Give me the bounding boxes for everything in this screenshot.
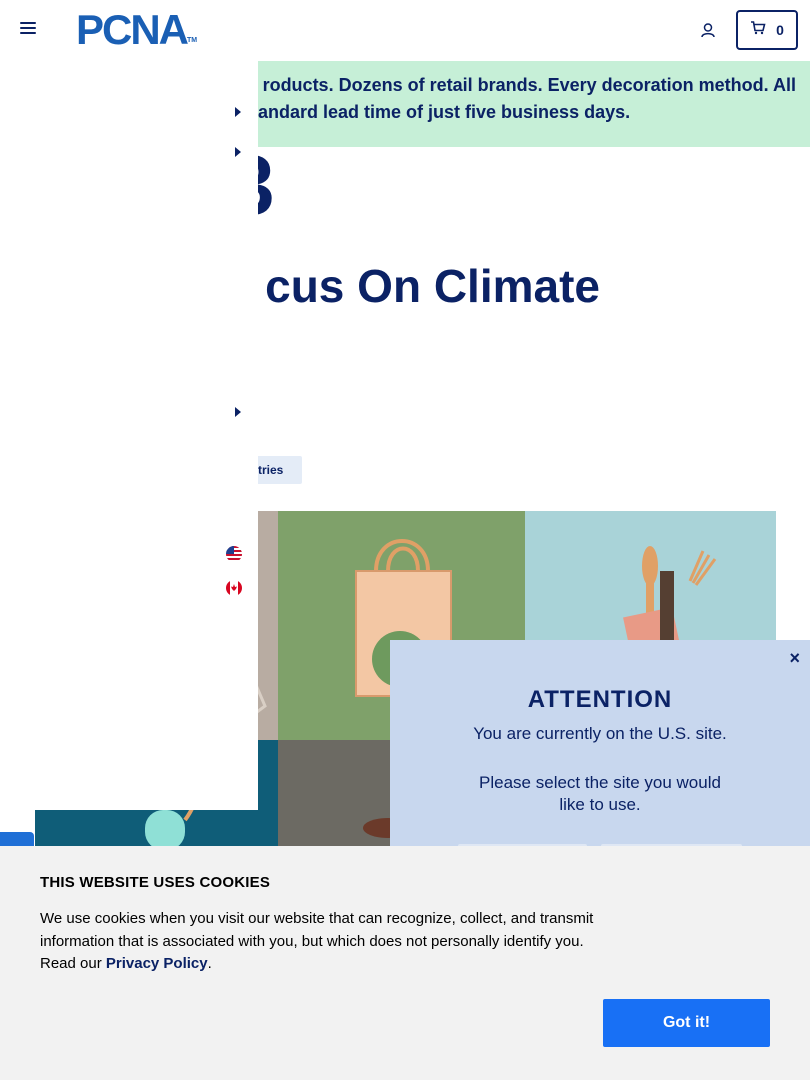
submenu-arrow-icon[interactable]	[235, 107, 241, 117]
close-icon[interactable]: ×	[789, 648, 800, 669]
cookie-consent-banner: THIS WEBSITE USES COOKIES We use cookies…	[0, 846, 810, 1080]
us-flag-icon[interactable]	[226, 546, 242, 562]
page: PCNATM 0 roducts. Dozens of retail brand…	[0, 0, 810, 1080]
cookie-text: We use cookies when you visit our websit…	[40, 908, 600, 976]
cookie-title: THIS WEBSITE USES COOKIES	[40, 874, 271, 891]
submenu-arrow-icon[interactable]	[235, 407, 241, 417]
modal-current-site-text: You are currently on the U.S. site.	[473, 724, 727, 743]
cart-button[interactable]: 0	[736, 10, 798, 50]
cart-count: 0	[776, 22, 784, 38]
logo-trademark: TM	[187, 37, 198, 44]
modal-instruction-text: Please select the site you would like to…	[479, 773, 721, 814]
canada-flag-icon[interactable]	[226, 580, 242, 596]
logo-text: PCNA	[76, 6, 189, 53]
site-header: PCNATM 0	[0, 0, 810, 60]
privacy-policy-link[interactable]: Privacy Policy	[106, 955, 208, 972]
got-it-button[interactable]: Got it!	[603, 999, 770, 1047]
cart-icon	[750, 20, 766, 40]
site-selection-modal: × ATTENTION You are currently on the U.S…	[390, 640, 810, 874]
cookie-body-end: .	[207, 955, 212, 972]
account-icon[interactable]	[700, 22, 716, 38]
menu-icon[interactable]	[20, 22, 36, 38]
pcna-logo[interactable]: PCNATM	[76, 9, 198, 63]
side-navigation-menu	[0, 60, 258, 810]
modal-title: ATTENTION	[527, 686, 673, 713]
submenu-arrow-icon[interactable]	[235, 147, 241, 157]
